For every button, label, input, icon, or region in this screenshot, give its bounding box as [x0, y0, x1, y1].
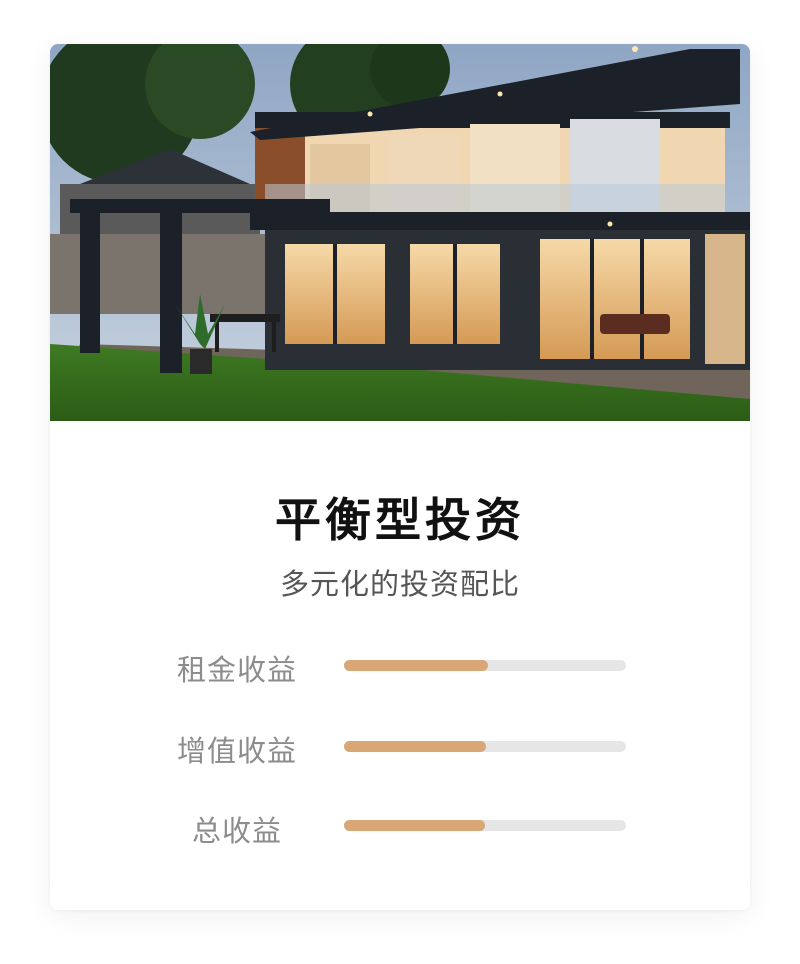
house-photo: [50, 44, 750, 421]
metric-progress-track: [344, 741, 626, 752]
card-subtitle: 多元化的投资配比: [279, 567, 520, 601]
metric-progress-fill: [344, 741, 487, 752]
metric-label: 租金收益: [176, 653, 297, 687]
metric-progress-track: [344, 820, 626, 831]
metric-label: 增值收益: [176, 734, 297, 768]
metric-progress-fill: [344, 820, 485, 831]
card-title: 平衡型投资: [275, 493, 525, 547]
metric-progress-track: [344, 660, 626, 671]
metric-label: 总收益: [191, 814, 282, 848]
investment-card[interactable]: 平衡型投资 多元化的投资配比 租金收益 增值收益 总收益: [50, 44, 750, 910]
metric-progress-fill: [344, 660, 488, 671]
